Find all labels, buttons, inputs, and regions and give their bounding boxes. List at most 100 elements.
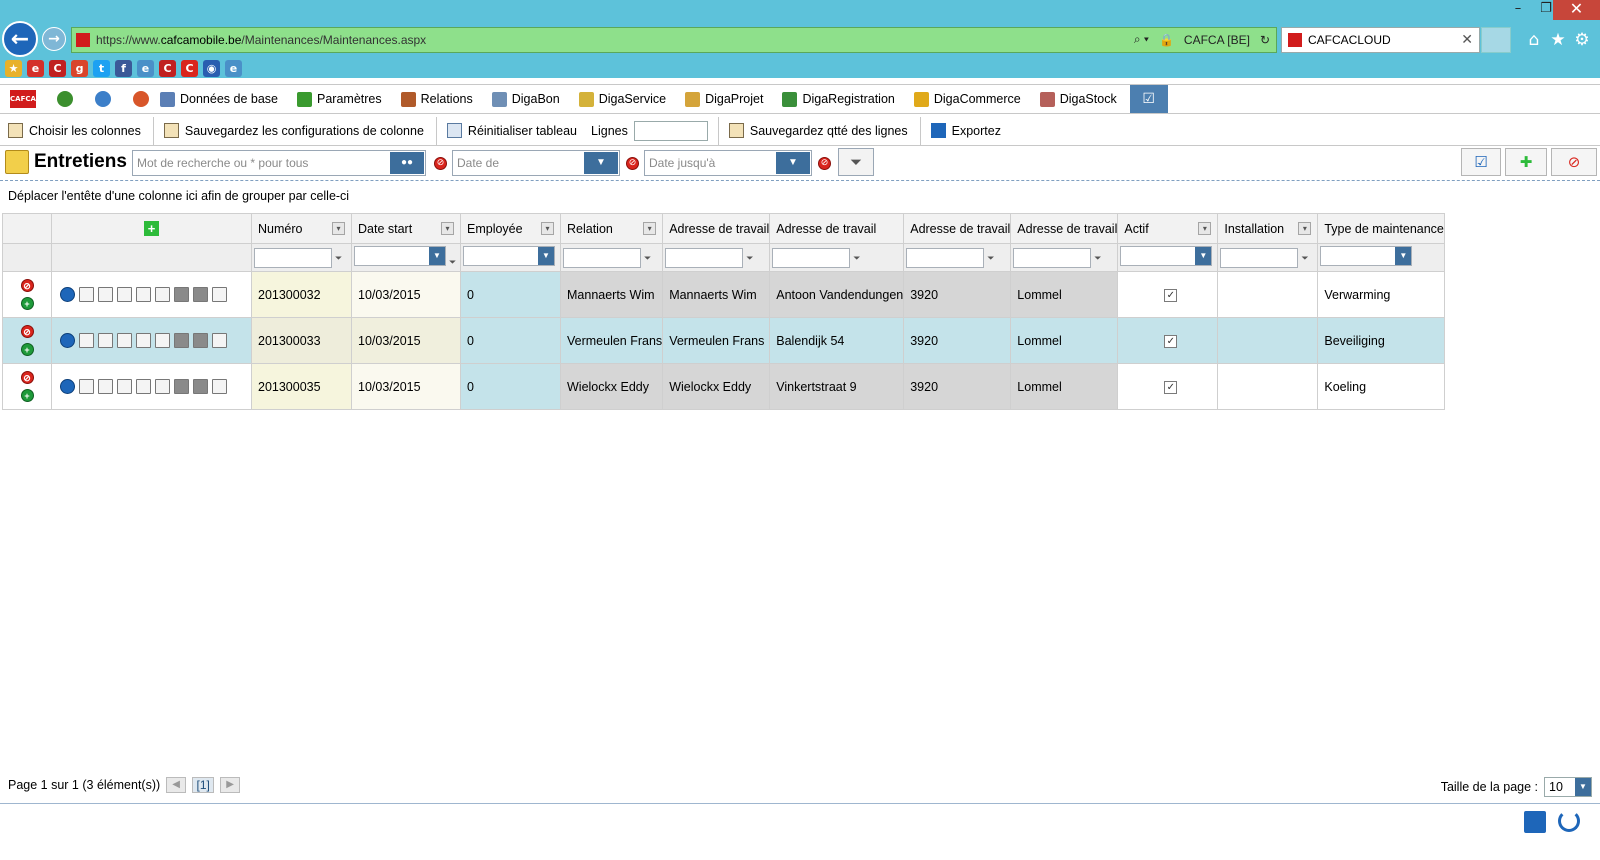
user-icon[interactable] — [133, 91, 149, 107]
fax-icon[interactable] — [193, 287, 208, 302]
note-icon[interactable] — [212, 287, 227, 302]
save-line-qty-button[interactable]: Sauvegardez qtté des lignes — [717, 116, 921, 145]
browser-tab[interactable]: CAFCACLOUD ✕ — [1281, 27, 1480, 53]
header-employee[interactable]: Employée ▾ — [460, 213, 561, 244]
column-menu-icon[interactable]: ▾ — [441, 222, 454, 235]
globe-icon[interactable]: ◉ — [203, 59, 220, 77]
header-actif[interactable]: Actif ▾ — [1117, 213, 1219, 244]
bulb-icon[interactable] — [117, 333, 132, 348]
header-relation[interactable]: Relation ▾ — [559, 213, 664, 244]
menu-digaregistration[interactable]: DigaRegistration — [782, 91, 895, 107]
checklist-icon[interactable] — [98, 379, 113, 394]
copy-icon[interactable] — [155, 287, 170, 302]
documents-icon[interactable] — [136, 287, 151, 302]
favorite-link-icon[interactable]: C — [49, 59, 66, 77]
print-icon[interactable] — [174, 333, 189, 348]
header-add-all[interactable]: + — [51, 213, 252, 244]
sync-icon[interactable] — [95, 91, 111, 107]
filter-icon[interactable]: ⏷ — [1301, 253, 1310, 264]
cafca-logo[interactable]: CAFCA — [10, 90, 36, 108]
filter-numero-input[interactable] — [254, 247, 332, 268]
clear-keyword-icon[interactable]: ⊘ — [434, 157, 447, 170]
favorite-link-icon[interactable]: e — [225, 59, 242, 77]
date-from-dropdown[interactable]: ▼ — [584, 152, 618, 174]
filter-date-start-select[interactable]: ▼ — [354, 246, 446, 266]
clear-date-to-icon[interactable]: ⊘ — [818, 157, 831, 170]
prev-page-button[interactable]: ◀ — [166, 777, 187, 793]
fax-icon[interactable] — [193, 333, 208, 348]
table-row[interactable]: ⊘ + 201300033 10/03/2015 0 Vermeulen Fran… — [2, 317, 1445, 364]
menu-digaprojet[interactable]: DigaProjet — [685, 91, 763, 107]
minimize-button[interactable]: – — [1504, 0, 1532, 20]
column-menu-icon[interactable]: ▾ — [1298, 222, 1312, 235]
favorites-star-icon[interactable]: ★ — [1547, 29, 1569, 51]
info-icon[interactable] — [60, 333, 75, 348]
filter-icon[interactable]: ⏷ — [449, 257, 458, 268]
calendar-icon[interactable] — [79, 333, 94, 348]
globe-icon[interactable] — [57, 91, 73, 107]
filter-icon[interactable]: ⏷ — [644, 253, 653, 264]
page-size-select[interactable]: 10 ▼ — [1544, 777, 1592, 797]
favorite-link-icon[interactable]: e — [137, 59, 154, 77]
filter-employee-select[interactable]: ▼ — [463, 246, 555, 266]
favorite-link-icon[interactable]: e — [27, 59, 44, 77]
add-row-icon[interactable]: + — [20, 389, 34, 402]
export-button[interactable]: Exportez — [930, 123, 1001, 138]
calendar-icon[interactable] — [79, 287, 94, 302]
header-address-3[interactable]: Adresse de travail — [903, 213, 1012, 244]
checklist-button[interactable]: ☑ — [1461, 148, 1501, 176]
filter-type-select[interactable]: ▼ — [1320, 246, 1413, 266]
table-row[interactable]: ⊘ + 201300032 10/03/2015 0 Mannaerts Wim … — [2, 271, 1445, 318]
add-row-icon[interactable]: + — [20, 343, 34, 356]
delete-button[interactable]: ⊘ — [1551, 148, 1597, 176]
copy-icon[interactable] — [155, 379, 170, 394]
clear-date-from-icon[interactable]: ⊘ — [626, 157, 639, 170]
maintenance-menu-button[interactable]: ☑ — [1129, 85, 1168, 113]
documents-icon[interactable] — [136, 333, 151, 348]
header-address-1[interactable]: Adresse de travail — [662, 213, 771, 244]
filter-actif-select[interactable]: ▼ — [1120, 246, 1213, 266]
filter-address-1-input[interactable] — [665, 247, 744, 268]
filter-icon[interactable]: ⏷ — [987, 253, 996, 264]
header-address-4[interactable]: Adresse de travail — [1010, 213, 1119, 244]
favorite-link-icon[interactable]: C — [181, 59, 198, 77]
back-button[interactable]: ← — [2, 21, 38, 57]
menu-digabon[interactable]: DigaBon — [491, 91, 560, 107]
delete-row-icon[interactable]: ⊘ — [20, 371, 34, 384]
date-to-input[interactable]: Date jusqu'à ▼ — [644, 150, 812, 176]
print-icon[interactable] — [174, 287, 189, 302]
twitter-icon[interactable]: t — [93, 59, 110, 77]
forward-button[interactable]: → — [42, 27, 66, 51]
filter-relation-input[interactable] — [563, 247, 641, 268]
next-page-button[interactable]: ▶ — [220, 777, 241, 793]
documents-disabled-icon[interactable] — [136, 379, 151, 394]
favorite-link-icon[interactable]: C — [159, 59, 176, 77]
header-address-2[interactable]: Adresse de travail — [769, 213, 905, 244]
checklist-icon[interactable] — [98, 333, 113, 348]
home-icon[interactable]: ⌂ — [1523, 29, 1545, 51]
column-menu-icon[interactable]: ▾ — [1198, 222, 1212, 235]
new-tab-button[interactable] — [1481, 27, 1511, 53]
choose-columns-button[interactable]: Choisir les colonnes — [8, 116, 154, 145]
menu-parametres[interactable]: Paramètres — [297, 91, 382, 107]
actif-checkbox[interactable]: ✓ — [1164, 289, 1178, 302]
plus-icon[interactable]: + — [144, 221, 159, 236]
filter-icon[interactable]: ⏷ — [1094, 253, 1103, 264]
filter-icon[interactable]: ⏷ — [746, 253, 755, 264]
keyword-search-input[interactable]: Mot de recherche ou * pour tous ●● — [132, 150, 426, 176]
reset-table-button[interactable]: Réinitialiser tableau — [446, 123, 577, 138]
checklist-icon[interactable] — [98, 287, 113, 302]
gear-icon[interactable]: ⚙ — [1571, 29, 1593, 51]
filter-button[interactable]: ⏷ — [838, 148, 874, 176]
header-maintenance-type[interactable]: Type de maintenance — [1317, 213, 1445, 244]
filter-installation-input[interactable] — [1220, 247, 1299, 268]
add-button[interactable]: ✚ — [1505, 148, 1547, 176]
menu-digaservice[interactable]: DigaService — [578, 91, 666, 107]
info-icon[interactable] — [60, 379, 75, 394]
fax-icon[interactable] — [193, 379, 208, 394]
refresh-icon[interactable] — [1558, 810, 1580, 832]
save-icon[interactable] — [1524, 811, 1546, 833]
group-panel[interactable]: Déplacer l'entête d'une colonne ici afin… — [8, 189, 349, 203]
current-page-button[interactable]: [1] — [192, 777, 215, 793]
bulb-icon[interactable] — [117, 287, 132, 302]
